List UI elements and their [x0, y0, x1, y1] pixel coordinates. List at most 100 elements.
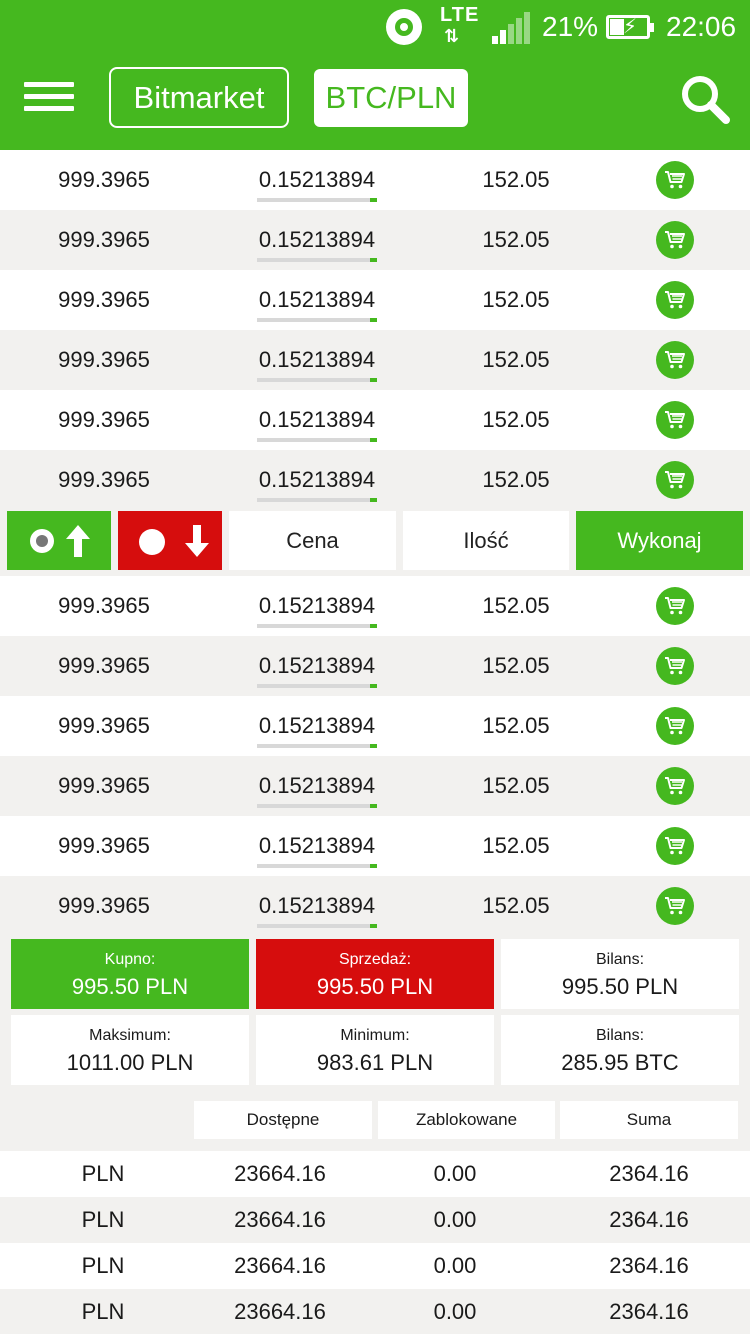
order-price: 999.3965	[58, 347, 150, 372]
balance-currency: PLN	[81, 1207, 125, 1232]
cart-icon[interactable]	[656, 767, 694, 805]
balance-row: PLN 23664.16 0.00 2364.16	[0, 1151, 750, 1197]
max-price-tile: Maksimum: 1011.00 PLN	[11, 1015, 249, 1085]
order-value: 152.05	[482, 833, 550, 858]
order-book-bottom: 999.3965 0.15213894 152.05 999.3965 0.152138…	[0, 576, 750, 936]
balance-locked: 0.00	[433, 1161, 477, 1186]
order-value: 152.05	[482, 773, 550, 798]
order-price: 999.3965	[58, 713, 150, 738]
order-row: 999.3965 0.15213894 152.05	[0, 270, 750, 330]
balance-total: 2364.16	[609, 1253, 689, 1278]
cart-icon[interactable]	[656, 161, 694, 199]
status-time: 22:06	[666, 11, 737, 42]
min-price-label: Minimum:	[340, 1027, 410, 1044]
order-price: 999.3965	[58, 287, 150, 312]
hamburger-menu-icon[interactable]	[24, 82, 74, 114]
balance-currency: PLN	[81, 1253, 125, 1278]
cart-icon[interactable]	[656, 281, 694, 319]
balance-pln-value: 995.50 PLN	[561, 974, 679, 999]
balance-btc-value: 285.95 BTC	[561, 1050, 679, 1075]
order-row: 999.3965 0.15213894 152.05	[0, 636, 750, 696]
order-amount: 0.15213894	[258, 347, 376, 372]
order-amount: 0.15213894	[258, 467, 376, 492]
order-row: 999.3965 0.15213894 152.05	[0, 816, 750, 876]
balance-pln-label: Bilans:	[595, 951, 645, 968]
cart-icon[interactable]	[656, 827, 694, 865]
buy-price-tile: Kupno: 995.50 PLN	[11, 939, 249, 1009]
balance-table: PLN 23664.16 0.00 2364.16 PLN 23664.16 0.00 236…	[0, 1151, 750, 1334]
cart-icon[interactable]	[656, 461, 694, 499]
order-row: 999.3965 0.15213894 152.05	[0, 876, 750, 936]
balance-locked: 0.00	[433, 1207, 477, 1232]
balance-locked: 0.00	[433, 1299, 477, 1324]
cart-icon[interactable]	[656, 341, 694, 379]
order-amount: 0.15213894	[258, 227, 376, 252]
order-book-top: 999.3965 0.15213894 152.05 999.3965 0.152138…	[0, 150, 750, 510]
arrow-up-icon	[66, 525, 90, 557]
order-amount: 0.15213894	[258, 713, 376, 738]
column-header-locked: Zablokowane	[378, 1101, 555, 1139]
cart-icon[interactable]	[656, 647, 694, 685]
cart-icon[interactable]	[656, 401, 694, 439]
order-amount: 0.15213894	[258, 593, 376, 618]
cart-icon[interactable]	[656, 221, 694, 259]
amount-input[interactable]: Ilość	[403, 511, 569, 570]
order-row: 999.3965 0.15213894 152.05	[0, 756, 750, 816]
balance-currency: PLN	[81, 1161, 125, 1186]
order-amount: 0.15213894	[258, 833, 376, 858]
min-price-value: 983.61 PLN	[316, 1050, 434, 1075]
buy-price-value: 995.50 PLN	[71, 974, 189, 999]
column-header-available: Dostępne	[194, 1101, 372, 1139]
order-price: 999.3965	[58, 167, 150, 192]
lte-icon: LTE	[440, 4, 480, 26]
balance-row: PLN 23664.16 0.00 2364.16	[0, 1243, 750, 1289]
order-price: 999.3965	[58, 773, 150, 798]
buy-toggle[interactable]	[7, 511, 111, 570]
max-price-label: Maksimum:	[89, 1027, 171, 1044]
sell-price-label: Sprzedaż:	[338, 951, 412, 968]
amount-bar	[257, 624, 377, 628]
execute-button[interactable]: Wykonaj	[576, 511, 743, 570]
cart-icon[interactable]	[656, 887, 694, 925]
order-row: 999.3965 0.15213894 152.05	[0, 696, 750, 756]
order-value: 152.05	[482, 167, 550, 192]
order-form: Cena Ilość Wykonaj	[0, 510, 750, 574]
sell-toggle[interactable]	[118, 511, 222, 570]
beats-icon	[386, 9, 422, 45]
cart-icon[interactable]	[656, 707, 694, 745]
arrow-down-icon	[185, 525, 209, 557]
balance-btc-label: Bilans:	[595, 1027, 645, 1044]
price-input[interactable]: Cena	[229, 511, 396, 570]
order-amount: 0.15213894	[258, 653, 376, 678]
order-price: 999.3965	[58, 893, 150, 918]
balance-total: 2364.16	[609, 1161, 689, 1186]
buy-radio[interactable]	[30, 529, 54, 553]
order-value: 152.05	[482, 653, 550, 678]
data-arrows-icon: ⇅	[444, 26, 460, 46]
balance-btc-tile: Bilans: 285.95 BTC	[501, 1015, 739, 1085]
amount-bar	[257, 684, 377, 688]
signal-icon	[492, 12, 532, 44]
order-value: 152.05	[482, 593, 550, 618]
order-value: 152.05	[482, 407, 550, 432]
order-row: 999.3965 0.15213894 152.05	[0, 150, 750, 210]
balance-available: 23664.16	[234, 1207, 326, 1232]
search-icon[interactable]	[680, 74, 732, 126]
order-row: 999.3965 0.15213894 152.05	[0, 450, 750, 510]
sell-radio[interactable]	[139, 529, 165, 555]
min-price-tile: Minimum: 983.61 PLN	[256, 1015, 494, 1085]
amount-bar	[257, 258, 377, 262]
balance-available: 23664.16	[234, 1161, 326, 1186]
order-amount: 0.15213894	[258, 773, 376, 798]
balance-currency: PLN	[81, 1299, 125, 1324]
balance-total: 2364.16	[609, 1207, 689, 1232]
balance-total: 2364.16	[609, 1299, 689, 1324]
order-row: 999.3965 0.15213894 152.05	[0, 390, 750, 450]
order-amount: 0.15213894	[258, 893, 376, 918]
market-button[interactable]: Bitmarket	[109, 67, 289, 128]
order-row: 999.3965 0.15213894 152.05	[0, 210, 750, 270]
order-price: 999.3965	[58, 467, 150, 492]
pair-button[interactable]: BTC/PLN	[314, 69, 468, 127]
balance-locked: 0.00	[433, 1253, 477, 1278]
cart-icon[interactable]	[656, 587, 694, 625]
